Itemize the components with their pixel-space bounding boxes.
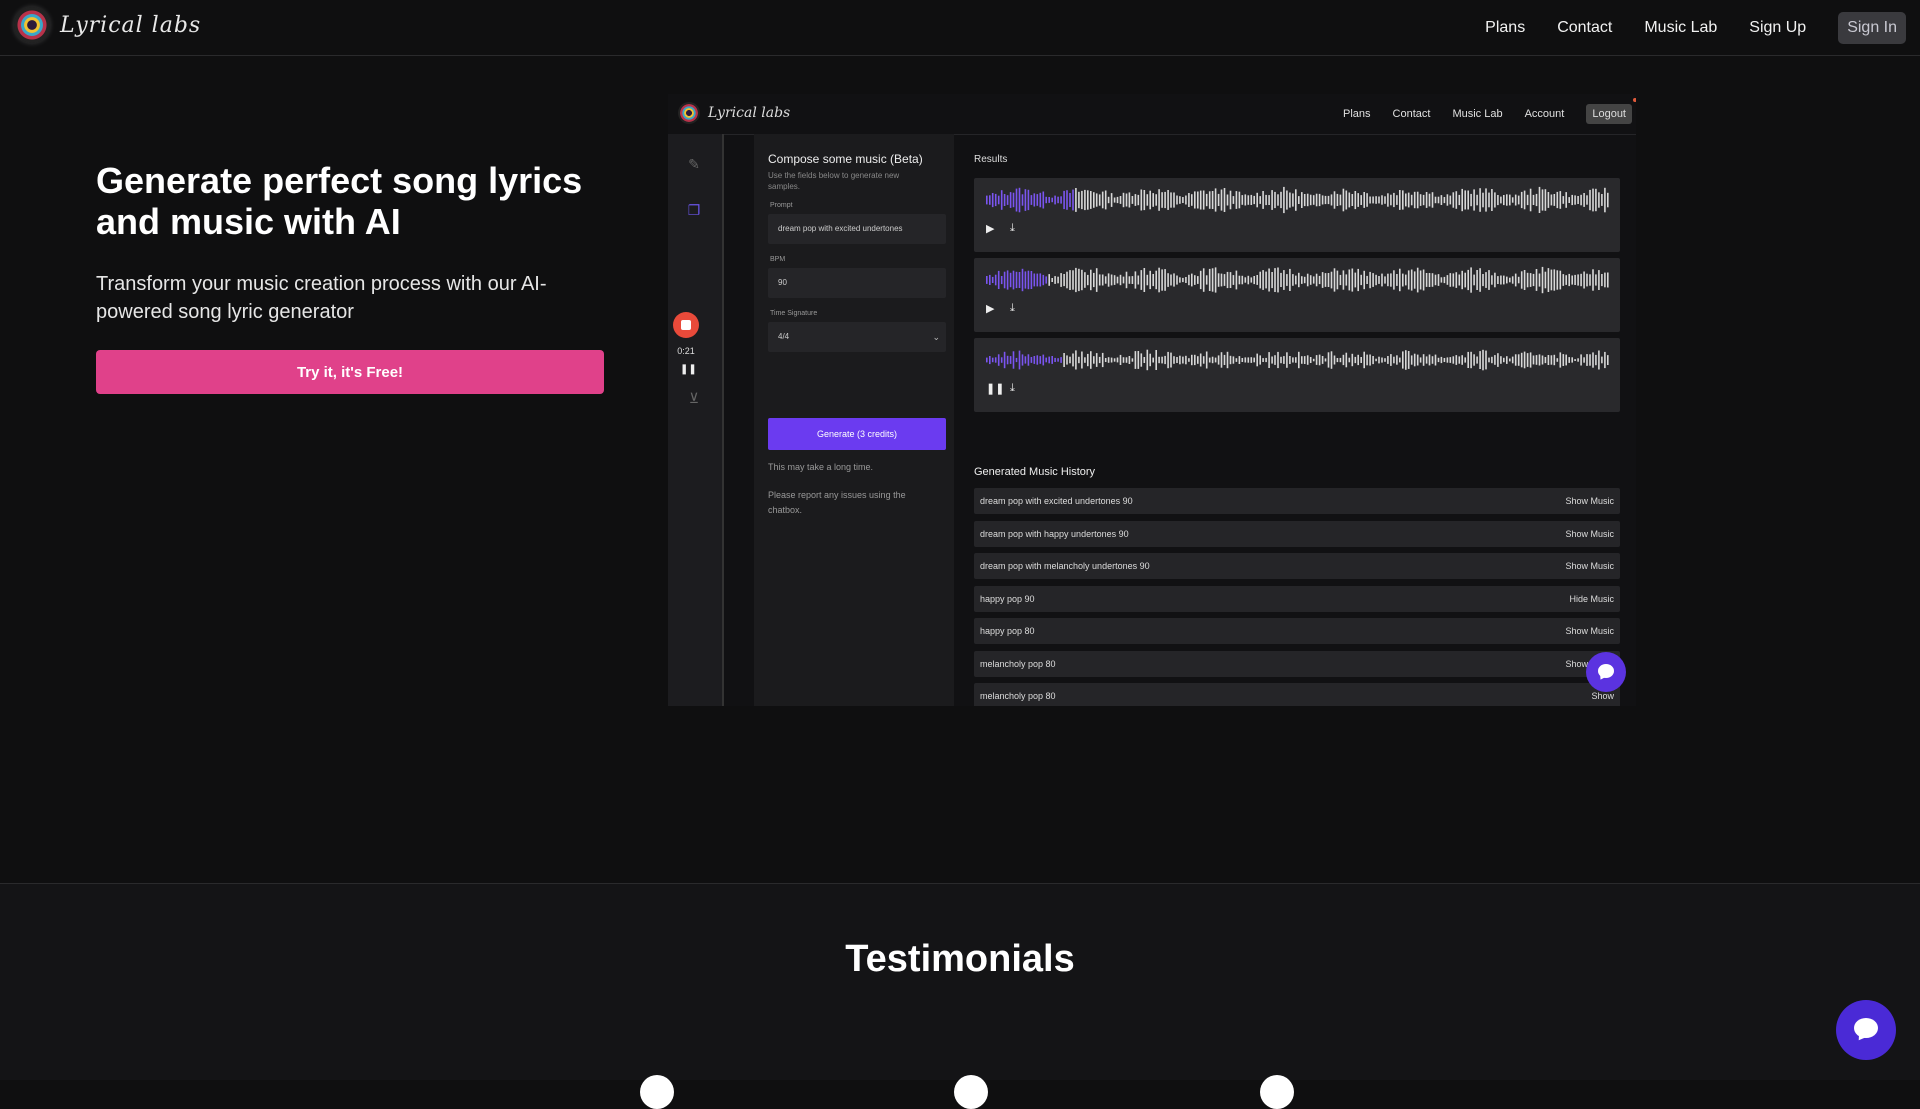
preview-chat-icon[interactable] bbox=[1586, 652, 1626, 692]
long-time-note: This may take a long time. bbox=[768, 462, 874, 472]
hero-title: Generate perfect song lyrics and music w… bbox=[96, 160, 583, 242]
show-music-link[interactable]: Show Music bbox=[1565, 626, 1614, 636]
try-free-button[interactable]: Try it, it's Free! bbox=[96, 350, 604, 394]
brand-logo[interactable]: Lyrical labs bbox=[14, 7, 201, 43]
bpm-input[interactable]: 90 bbox=[768, 268, 946, 298]
form-hint: Use the fields below to generate new sam… bbox=[768, 171, 900, 191]
chevron-down-icon: ⌄ bbox=[932, 332, 940, 342]
stop-record-icon[interactable] bbox=[673, 312, 699, 338]
results-panel: Results ▶ ⤓ ▶ ⤓ ❚❚ ⤓ Generated Music His… bbox=[974, 134, 1624, 706]
show-music-link[interactable]: Show bbox=[1591, 691, 1614, 701]
hero-subtitle: Transform your music creation process wi… bbox=[96, 273, 547, 323]
prompt-label: Prompt bbox=[770, 202, 793, 209]
history-row: melancholy pop 80 Show bbox=[974, 683, 1620, 706]
top-nav: Lyrical labs Plans Contact Music Lab Sig… bbox=[0, 0, 1920, 56]
history-row: dream pop with excited undertones 90 Show… bbox=[974, 488, 1620, 514]
history-name: dream pop with melancholy undertones 90 bbox=[980, 561, 1150, 571]
report-issues-note: Please report any issues using the chatb… bbox=[768, 490, 906, 515]
download-icon[interactable]: ⤓ bbox=[1010, 382, 1015, 395]
generate-button[interactable]: Generate (3 credits) bbox=[768, 418, 946, 450]
history-name: dream pop with happy undertones 90 bbox=[980, 528, 1129, 539]
pencil-icon[interactable]: ✎ bbox=[686, 156, 702, 172]
history-title: Generated Music History bbox=[974, 466, 1096, 478]
testimonials-section bbox=[0, 884, 1920, 1080]
history-name: dream pop with excited undertones 90 bbox=[980, 496, 1133, 506]
preview-sidebar: ✎ ❐ 0:21 ❚❚ ⊻ bbox=[668, 134, 724, 706]
preview-logo-icon bbox=[678, 102, 700, 124]
time-signature-label: Time Signature bbox=[770, 310, 818, 317]
history-row: happy pop 80 Show Music bbox=[974, 618, 1620, 644]
preview-logo: Lyrical labs bbox=[678, 102, 790, 124]
history-row: melancholy pop 80Show Music bbox=[974, 650, 1620, 677]
app-preview: Lyrical labs Plans Contact Music Lab Acc… bbox=[668, 94, 1636, 706]
testimonials-title: Testimonials bbox=[845, 938, 1075, 980]
notification-dot-icon bbox=[1633, 98, 1636, 102]
avatar bbox=[954, 1075, 988, 1109]
show-music-link[interactable]: Show Music bbox=[1565, 561, 1614, 571]
nav-plans[interactable]: Plans bbox=[1485, 19, 1525, 37]
nav-sign-up[interactable]: Sign Up bbox=[1749, 19, 1806, 37]
history-row: dream pop with happy undertones 90 Show M… bbox=[974, 520, 1620, 547]
avatar bbox=[640, 1075, 674, 1109]
preview-nav-links: Plans Contact Music Lab Account Logout bbox=[1321, 98, 1636, 124]
pause-icon[interactable]: ❚❚ bbox=[680, 364, 697, 375]
chat-button[interactable] bbox=[1836, 1000, 1896, 1060]
nav-music-lab[interactable]: Music Lab bbox=[1644, 19, 1717, 37]
audio-player: ▶ ⤓ bbox=[974, 258, 1620, 332]
history-name: happy pop 80 bbox=[980, 626, 1035, 636]
time-signature-value: 4/4 bbox=[778, 332, 790, 341]
history-row: dream pop with melancholy undertones 90 S… bbox=[974, 553, 1620, 579]
preview-brand-name: Lyrical labs bbox=[708, 105, 791, 121]
waveform[interactable] bbox=[986, 346, 1610, 374]
play-icon[interactable]: ▶ bbox=[986, 222, 994, 235]
preview-nav-plans[interactable]: Plans bbox=[1343, 108, 1371, 120]
download-icon[interactable]: ⤓ bbox=[1010, 302, 1015, 315]
history-name: melancholy pop 80 bbox=[980, 658, 1056, 669]
recorder-time: 0:21 bbox=[677, 346, 695, 356]
compose-form: Compose some music (Beta) Use the fields… bbox=[754, 134, 954, 706]
waveform[interactable] bbox=[986, 266, 1610, 294]
nav-contact[interactable]: Contact bbox=[1557, 19, 1612, 37]
avatar bbox=[1260, 1075, 1294, 1109]
form-title: Compose some music (Beta) bbox=[768, 152, 923, 166]
pause-icon[interactable]: ❚❚ bbox=[986, 382, 1004, 395]
music-library-icon[interactable]: ❐ bbox=[686, 202, 702, 218]
nav-links: Plans Contact Music Lab Sign Up Sign In bbox=[1453, 12, 1906, 44]
logout-label: Logout bbox=[1592, 108, 1626, 120]
waveform[interactable] bbox=[986, 186, 1610, 214]
history-name: melancholy pop 80 bbox=[980, 691, 1056, 701]
play-icon[interactable]: ▶ bbox=[986, 302, 994, 315]
preview-logout-button[interactable]: Logout bbox=[1586, 98, 1636, 124]
bpm-label: BPM bbox=[770, 256, 786, 263]
audio-player: ▶ ⤓ bbox=[974, 178, 1620, 252]
prompt-input[interactable]: dream pop with excited undertones bbox=[768, 214, 946, 244]
logo-orb-icon bbox=[14, 7, 50, 43]
show-music-link[interactable]: Hide Music bbox=[1569, 594, 1614, 604]
preview-nav: Lyrical labs Plans Contact Music Lab Acc… bbox=[668, 94, 1636, 135]
download-icon[interactable]: ⤓ bbox=[1010, 222, 1015, 235]
show-music-link[interactable]: Show Music bbox=[1565, 496, 1614, 506]
show-music-link[interactable]: Show Music bbox=[1565, 529, 1614, 539]
history-row: happy pop 90 Hide Music bbox=[974, 585, 1620, 612]
audio-player: ❚❚ ⤓ bbox=[974, 338, 1620, 412]
preview-nav-contact[interactable]: Contact bbox=[1393, 108, 1431, 120]
brand-name: Lyrical labs bbox=[60, 12, 202, 38]
preview-nav-music-lab[interactable]: Music Lab bbox=[1452, 108, 1502, 120]
cart-icon[interactable]: ⊻ bbox=[686, 390, 702, 406]
results-title: Results bbox=[974, 154, 1008, 165]
time-signature-select[interactable]: 4/4 ⌄ bbox=[768, 322, 946, 352]
sign-in-button[interactable]: Sign In bbox=[1838, 12, 1906, 44]
preview-nav-account[interactable]: Account bbox=[1525, 108, 1565, 120]
history-name: happy pop 90 bbox=[980, 593, 1035, 604]
